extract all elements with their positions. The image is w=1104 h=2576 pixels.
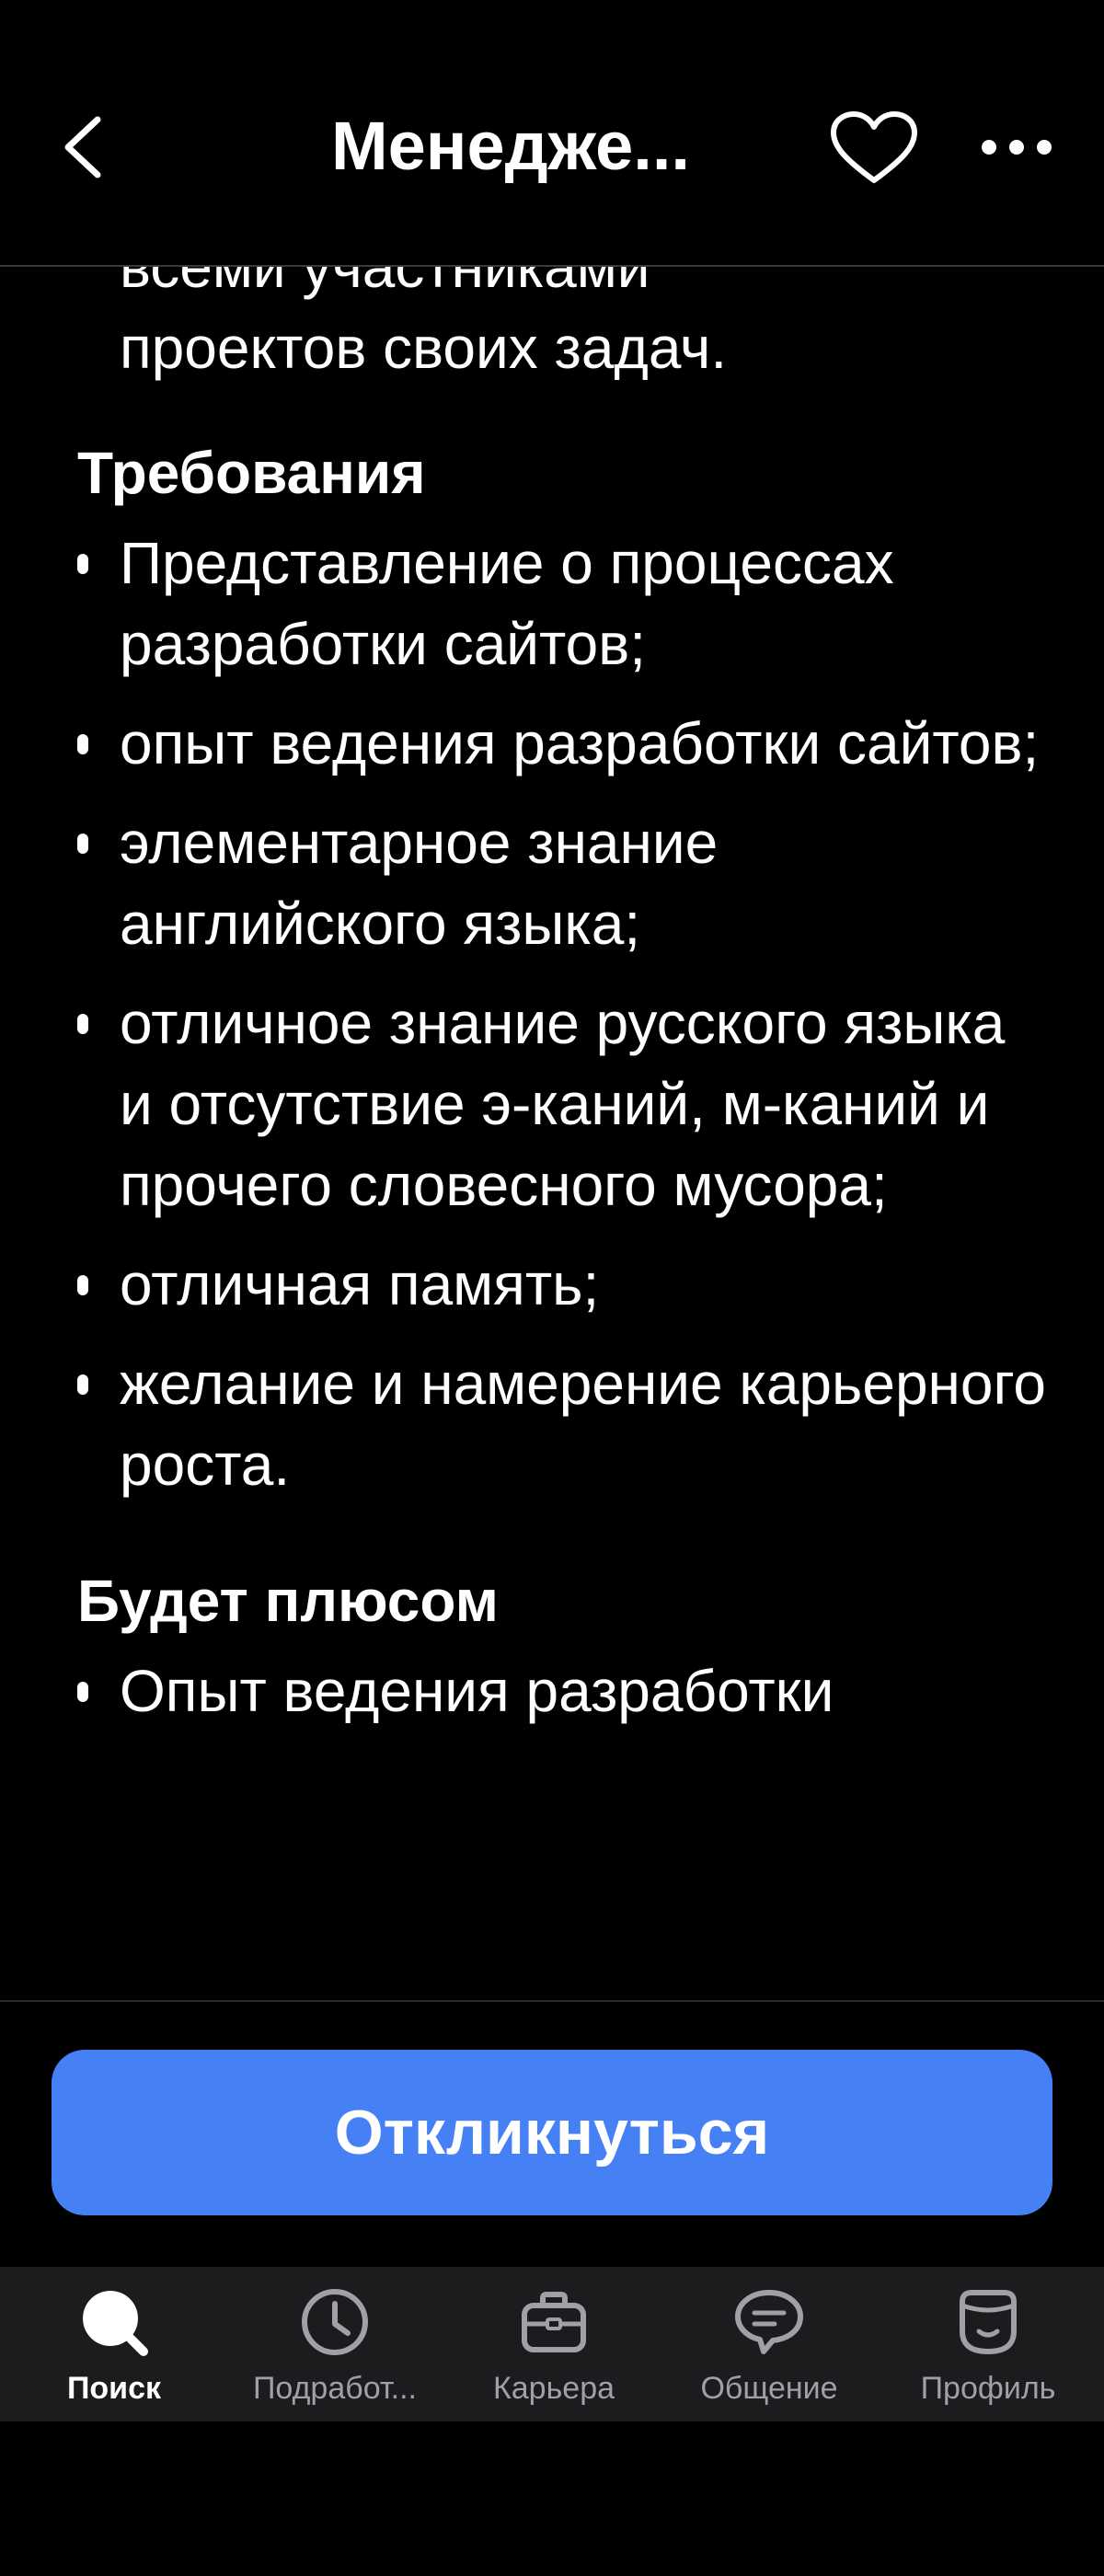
plus-item: Опыт ведения разработки — [0, 1650, 1104, 1731]
chevron-left-icon — [64, 116, 101, 178]
bullet-icon — [77, 734, 88, 754]
requirement-text: элементарное знание английского языка; — [120, 810, 719, 957]
tab-profile[interactable]: Профиль — [878, 2267, 1098, 2421]
continued-text-line: проектов своих задач. — [120, 315, 728, 381]
tab-label: Поиск — [66, 2371, 162, 2406]
requirement-item: элементарное знание английского языка; — [0, 802, 1104, 964]
requirement-item: отличная память; — [0, 1244, 1104, 1325]
requirement-text: отличная память; — [120, 1251, 600, 1317]
plus-text: Опыт ведения разработки — [120, 1658, 834, 1724]
requirement-text: отличное знание русского языка и отсутст… — [120, 990, 1006, 1218]
more-dots-icon — [982, 140, 1052, 155]
tab-parttime[interactable]: Подработ... — [224, 2267, 445, 2421]
heart-icon — [831, 111, 917, 183]
tab-search[interactable]: Поиск — [4, 2267, 224, 2421]
bullet-icon — [77, 554, 88, 574]
requirements-list: Представление о процессах разработки сай… — [0, 523, 1104, 1505]
clock-icon — [302, 2289, 368, 2355]
requirement-item: опыт ведения разработки сайтов; — [0, 703, 1104, 784]
continued-text-line: всеми участниками — [120, 267, 650, 300]
search-icon — [83, 2291, 148, 2356]
apply-button[interactable]: Откликнуться — [52, 2050, 1052, 2215]
requirement-text: опыт ведения разработки сайтов; — [120, 710, 1040, 776]
tab-career[interactable]: Карьера — [443, 2267, 664, 2421]
requirement-text: Представление о процессах разработки сай… — [120, 530, 894, 677]
page-title: Менедже... — [331, 108, 690, 184]
tab-label: Карьера — [492, 2371, 615, 2406]
vacancy-content[interactable]: всеми участниками проектов своих задач. … — [0, 267, 1104, 2000]
briefcase-icon — [522, 2292, 586, 2352]
tab-chat[interactable]: Общение — [659, 2267, 880, 2421]
requirement-item: желание и намерение карьерного роста. — [0, 1343, 1104, 1505]
bullet-icon — [77, 1682, 88, 1702]
bullet-icon — [77, 1275, 88, 1295]
tab-label: Общение — [700, 2371, 838, 2406]
vacancy-content-inner: всеми участниками проектов своих задач. … — [0, 267, 1104, 1750]
more-button[interactable] — [975, 129, 1058, 166]
requirements-title: Требования — [77, 440, 426, 506]
action-bar: Откликнуться — [0, 2000, 1104, 2269]
requirement-item: Представление о процессах разработки сай… — [0, 523, 1104, 684]
bullet-icon — [77, 1014, 88, 1034]
tab-label: Профиль — [920, 2371, 1056, 2406]
bottom-tab-bar: Поиск Подработ... Карьера Общение Профил… — [0, 2267, 1104, 2421]
profile-face-icon — [960, 2290, 1017, 2354]
back-button[interactable] — [52, 109, 116, 186]
favorite-button[interactable] — [828, 110, 920, 188]
bullet-icon — [77, 1374, 88, 1395]
bullet-icon — [77, 834, 88, 854]
plus-title: Будет плюсом — [77, 1568, 499, 1634]
plus-list: Опыт ведения разработки — [0, 1650, 1104, 1731]
tab-label: Подработ... — [252, 2371, 418, 2406]
top-nav-bar: Менедже... — [0, 0, 1104, 267]
requirement-item: отличное знание русского языка и отсутст… — [0, 983, 1104, 1225]
requirement-text: желание и намерение карьерного роста. — [120, 1351, 1046, 1498]
chat-bubble-icon — [735, 2290, 803, 2354]
